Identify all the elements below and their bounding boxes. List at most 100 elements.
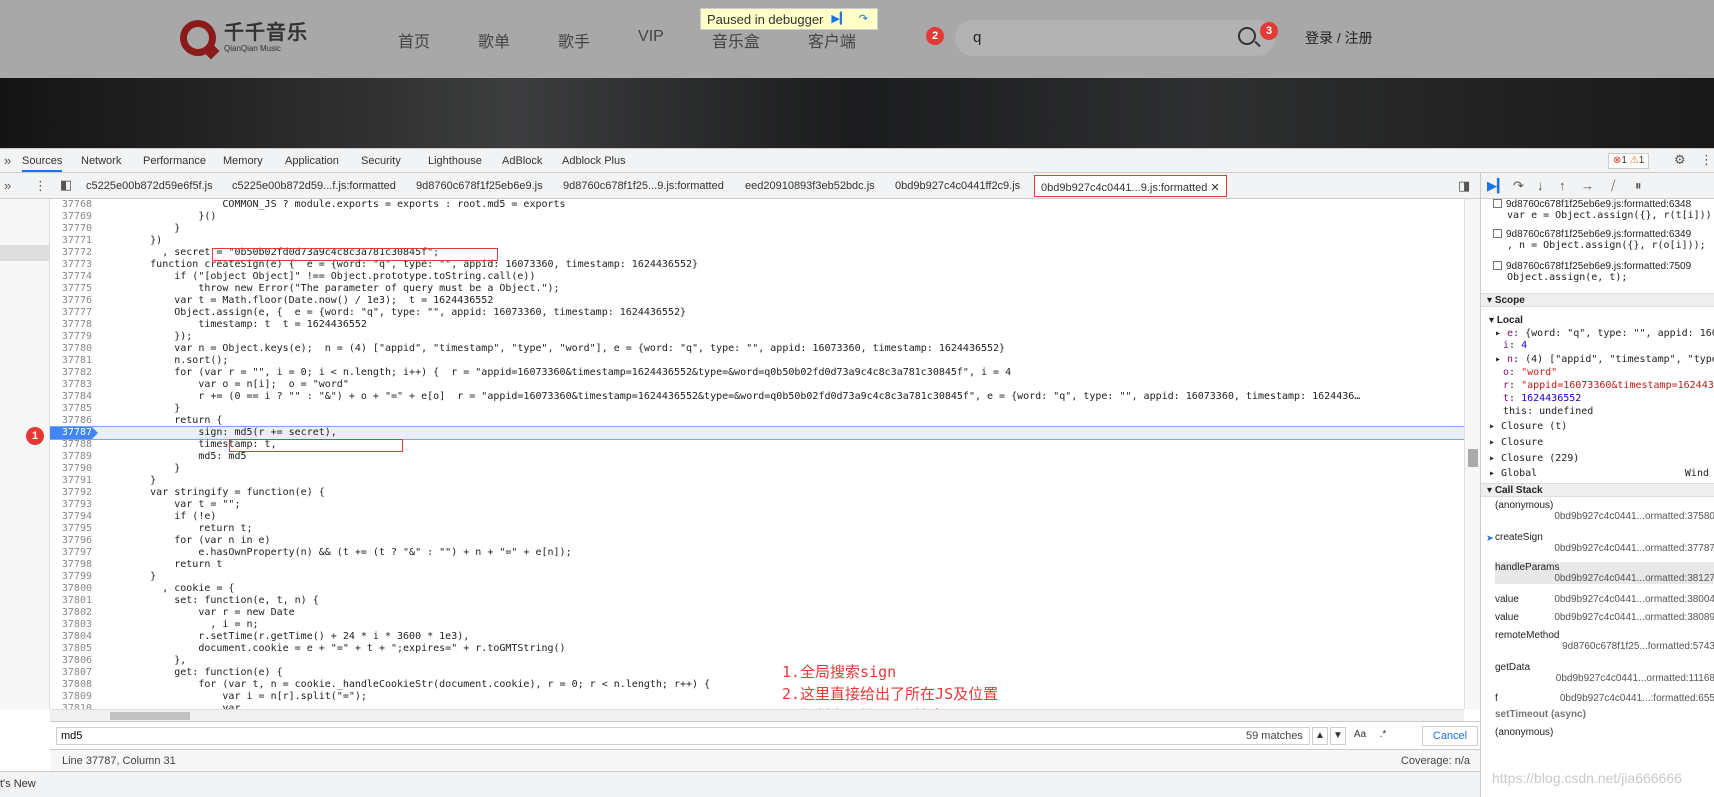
scope-section-header[interactable]: ▾ Scope: [1481, 293, 1714, 307]
line-number[interactable]: 37773: [50, 259, 92, 271]
navigator-sidebar-collapsed[interactable]: [0, 199, 50, 709]
file-tab-active[interactable]: 0bd9b927c4c0441...9.js:formatted ✕: [1034, 175, 1227, 197]
code-line[interactable]: 37799 }: [50, 571, 1464, 583]
line-number[interactable]: 37788: [50, 439, 92, 451]
line-number[interactable]: 37771: [50, 235, 92, 247]
line-number[interactable]: 37783: [50, 379, 92, 391]
code-line[interactable]: 37771 }): [50, 235, 1464, 247]
file-tab[interactable]: 0bd9b927c4c0441ff2c9.js: [895, 180, 1020, 192]
closure-scope[interactable]: ▸ Closure: [1489, 437, 1543, 448]
line-number[interactable]: 37795: [50, 523, 92, 535]
code-line[interactable]: 37769 }(): [50, 211, 1464, 223]
code-line[interactable]: 37801 set: function(e, t, n) {: [50, 595, 1464, 607]
nav-client[interactable]: 客户端: [808, 28, 856, 52]
line-number[interactable]: 37774: [50, 271, 92, 283]
line-number[interactable]: 37802: [50, 607, 92, 619]
code-editor[interactable]: 37768 COMMON_JS ? module.exports = expor…: [50, 199, 1464, 709]
line-number[interactable]: 37808: [50, 679, 92, 691]
nav-home[interactable]: 首页: [398, 28, 430, 52]
line-number[interactable]: 37796: [50, 535, 92, 547]
line-number[interactable]: 37776: [50, 295, 92, 307]
line-number[interactable]: 37804: [50, 631, 92, 643]
file-tab[interactable]: c5225e00b872d59...f.js:formatted: [232, 180, 396, 192]
line-number[interactable]: 37777: [50, 307, 92, 319]
scope-var-e[interactable]: ▸ e: {word: "q", type: "", appid: 1607: [1495, 328, 1714, 339]
line-number[interactable]: 37787: [50, 427, 98, 439]
step-over-icon[interactable]: ↷: [855, 12, 871, 26]
nav-music-box[interactable]: 音乐盒: [712, 28, 760, 52]
resume-icon[interactable]: ▶▎: [831, 12, 848, 26]
code-line[interactable]: 37808 for (var t, n = cookie._handleCook…: [50, 679, 1464, 691]
code-line[interactable]: 37804 r.setTime(r.getTime() + 24 * i * 3…: [50, 631, 1464, 643]
file-tab[interactable]: c5225e00b872d59e6f5f.js: [86, 180, 213, 192]
call-frame-current[interactable]: ➤ createSign 0bd9b927c4c0441...ormatted:37…: [1486, 532, 1714, 554]
step-over-icon[interactable]: ↷: [1513, 178, 1524, 194]
search-icon[interactable]: [1238, 27, 1256, 45]
settings-gear-icon[interactable]: ⚙: [1674, 153, 1686, 167]
line-number[interactable]: 37807: [50, 667, 92, 679]
call-frame[interactable]: (anonymous) 0bd9b927c4c0441...ormatted:37…: [1495, 500, 1714, 522]
code-line[interactable]: 37783 var o = n[i]; o = "word": [50, 379, 1464, 391]
line-number[interactable]: 37782: [50, 367, 92, 379]
call-frame[interactable]: handleParams 0bd9b927c4c0441...ormatted:3…: [1495, 562, 1714, 584]
line-number[interactable]: 37798: [50, 559, 92, 571]
line-number[interactable]: 37790: [50, 463, 92, 475]
close-tab-icon[interactable]: ✕: [1210, 182, 1219, 194]
code-vertical-scrollbar[interactable]: [1464, 199, 1480, 709]
toggle-debugger-icon[interactable]: ◨: [1458, 179, 1470, 193]
code-line[interactable]: 37806 },: [50, 655, 1464, 667]
code-line[interactable]: 37795 return t;: [50, 523, 1464, 535]
nav-vip[interactable]: VIP: [638, 28, 664, 52]
line-number[interactable]: 37789: [50, 451, 92, 463]
line-number[interactable]: 37797: [50, 547, 92, 559]
code-line[interactable]: 37805 document.cookie = e + "=" + t + ";…: [50, 643, 1464, 655]
step-out-icon[interactable]: ↑: [1559, 178, 1566, 193]
breakpoint-entry[interactable]: 9d8760c678f1f25eb6e9.js:formatted:6349, …: [1493, 229, 1714, 251]
code-line[interactable]: 37775 throw new Error("The parameter of …: [50, 283, 1464, 295]
nav-singers[interactable]: 歌手: [558, 28, 590, 52]
line-number[interactable]: 37803: [50, 619, 92, 631]
line-number[interactable]: 37786: [50, 415, 92, 427]
code-line[interactable]: 37790 }: [50, 463, 1464, 475]
code-line[interactable]: 37792 var stringify = function(e) {: [50, 487, 1464, 499]
line-number[interactable]: 37780: [50, 343, 92, 355]
line-number[interactable]: 37793: [50, 499, 92, 511]
call-frame[interactable]: remoteMethod 9d8760c678f1f25...formatted:…: [1495, 630, 1714, 652]
code-line[interactable]: 37807 get: function(e) {: [50, 667, 1464, 679]
cancel-search-button[interactable]: Cancel: [1422, 726, 1478, 746]
line-number[interactable]: 37805: [50, 643, 92, 655]
code-line[interactable]: 37802 var r = new Date: [50, 607, 1464, 619]
code-line[interactable]: 37780 var n = Object.keys(e); n = (4) ["…: [50, 343, 1464, 355]
tab-adblock-plus[interactable]: Adblock Plus: [562, 155, 626, 167]
line-number[interactable]: 37778: [50, 319, 92, 331]
code-line[interactable]: 37777 Object.assign(e, { e = {word: "q",…: [50, 307, 1464, 319]
line-number[interactable]: 37775: [50, 283, 92, 295]
code-line[interactable]: 37768 COMMON_JS ? module.exports = expor…: [50, 199, 1464, 211]
call-frame[interactable]: value 0bd9b927c4c0441...ormatted:38004: [1495, 594, 1714, 605]
line-number[interactable]: 37781: [50, 355, 92, 367]
code-line[interactable]: 37778 timestamp: t t = 1624436552: [50, 319, 1464, 331]
tab-security[interactable]: Security: [361, 155, 401, 167]
tab-sources[interactable]: Sources: [22, 155, 63, 172]
breakpoint-entry[interactable]: 9d8760c678f1f25eb6e9.js:formatted:7509 Ob…: [1493, 261, 1714, 283]
previous-match-button[interactable]: ▲: [1312, 727, 1328, 745]
file-tab[interactable]: 9d8760c678f1f25eb6e9.js: [416, 180, 543, 192]
drawer-whats-new-tab[interactable]: t's New: [0, 771, 1480, 797]
tab-network[interactable]: Network: [81, 155, 121, 167]
site-logo[interactable]: 千千音乐 QianQian Music: [180, 20, 308, 56]
code-line[interactable]: 37789 md5: md5: [50, 451, 1464, 463]
code-line-breakpoint[interactable]: 37787 sign: md5(r += secret),: [50, 426, 1464, 440]
nav-playlists[interactable]: 歌单: [478, 28, 510, 52]
tab-adblock[interactable]: AdBlock: [502, 155, 542, 167]
site-search-input[interactable]: q: [955, 20, 1275, 56]
closure-scope[interactable]: ▸ Closure (t): [1489, 421, 1567, 432]
pause-on-exceptions-icon[interactable]: ⏸: [1635, 178, 1642, 194]
code-line[interactable]: 37786 return {: [50, 415, 1464, 427]
code-line[interactable]: 37784 r += (0 == i ? "" : "&") + o + "="…: [50, 391, 1464, 403]
call-frame[interactable]: getData 0bd9b927c4c0441...ormatted:11168: [1495, 662, 1714, 684]
code-line[interactable]: 37794 if (!e): [50, 511, 1464, 523]
code-line[interactable]: 37781 n.sort();: [50, 355, 1464, 367]
file-tab[interactable]: 9d8760c678f1f25...9.js:formatted: [563, 180, 724, 192]
tab-application[interactable]: Application: [285, 155, 339, 167]
code-horizontal-scrollbar[interactable]: [50, 709, 1464, 721]
